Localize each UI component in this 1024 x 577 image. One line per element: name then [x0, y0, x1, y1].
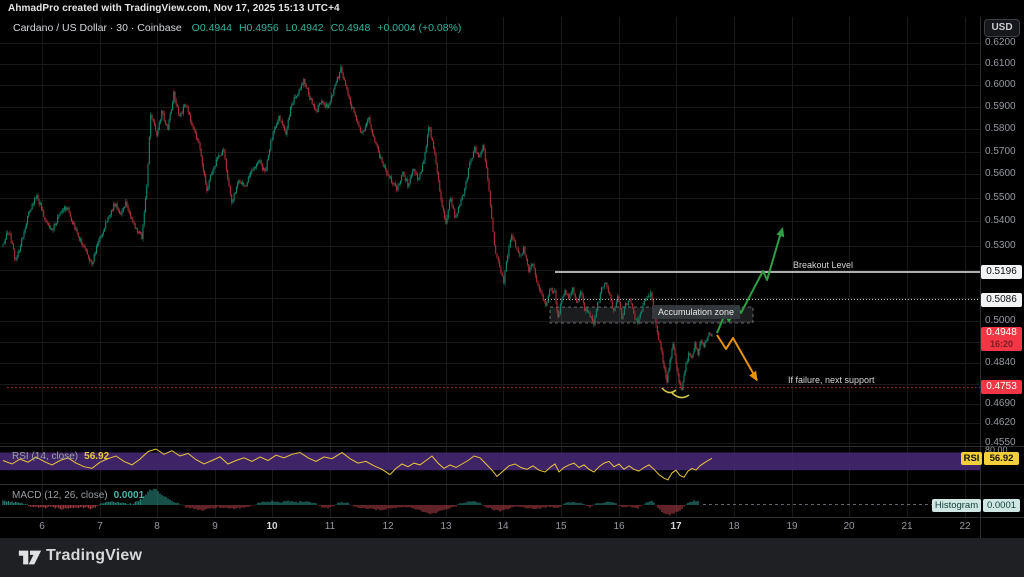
- time-tick: 8: [142, 521, 172, 532]
- price-tick: 0.5600: [985, 168, 1019, 180]
- ohlc-item: L0.4942: [286, 22, 324, 34]
- accumulation-zone-label[interactable]: Accumulation zone: [652, 305, 740, 319]
- price-tick: 0.5800: [985, 123, 1019, 135]
- price-tick: 0.6000: [985, 79, 1019, 91]
- breakout-level-label[interactable]: Breakout Level: [793, 260, 853, 270]
- rsi-value-tag: 56.92: [984, 452, 1019, 465]
- time-tick: 16: [604, 521, 634, 532]
- chart-canvas[interactable]: [0, 0, 1024, 577]
- histogram-value-tag: 0.0001: [983, 499, 1020, 512]
- level-price-tag: 0.5196: [981, 265, 1022, 279]
- price-tick: 0.5300: [985, 240, 1019, 252]
- macd-pane-label[interactable]: MACD (12, 26, close) 0.0001: [12, 490, 144, 501]
- rsi-value: 56.92: [84, 451, 109, 462]
- time-tick: 11: [315, 521, 345, 532]
- ohlc-item: O0.4944: [192, 22, 232, 34]
- time-tick: 15: [546, 521, 576, 532]
- price-tick: 0.5700: [985, 146, 1019, 158]
- time-tick: 19: [777, 521, 807, 532]
- rsi-pane-label[interactable]: RSI (14, close) 56.92: [12, 451, 109, 462]
- price-tick: 0.4620: [985, 417, 1019, 429]
- candle-countdown: 16:20: [981, 339, 1022, 350]
- price-tick: 0.4840: [985, 357, 1019, 369]
- time-tick: 17: [661, 521, 691, 532]
- failure-support-label[interactable]: If failure, next support: [788, 375, 875, 385]
- time-tick: 20: [834, 521, 864, 532]
- tradingview-logo-text[interactable]: TradingView: [46, 547, 142, 565]
- time-tick: 21: [892, 521, 922, 532]
- price-tick: 0.5500: [985, 192, 1019, 204]
- ohlc-item: H0.4956: [239, 22, 279, 34]
- currency-button[interactable]: USD: [984, 19, 1020, 37]
- price-tick: 0.6200: [985, 37, 1019, 49]
- time-tick: 10: [257, 521, 287, 532]
- time-tick: 9: [200, 521, 230, 532]
- price-tick: 0.5000: [985, 315, 1019, 327]
- price-tick: 0.5900: [985, 101, 1019, 113]
- price-tick: 0.4690: [985, 398, 1019, 410]
- macd-label-text: MACD (12, 26, close): [12, 490, 108, 501]
- tradingview-logo-icon[interactable]: [18, 547, 42, 568]
- current-price-tag: 0.494816:20: [981, 327, 1022, 351]
- rsi-label-text: RSI (14, close): [12, 451, 78, 462]
- time-tick: 22: [950, 521, 980, 532]
- change-value: +0.0004 (+0.08%): [377, 22, 461, 34]
- price-tick: 0.6100: [985, 58, 1019, 70]
- symbol-title: Cardano / US Dollar · 30 · Coinbase: [13, 22, 182, 34]
- tradingview-chart-widget: AhmadPro created with TradingView.com, N…: [0, 0, 1024, 577]
- ohlc-values: O0.4944 H0.4956 L0.4942 C0.4948 +0.0004 (+0.…: [192, 22, 469, 34]
- rsi-tag: RSI: [961, 452, 982, 465]
- macd-value: 0.0001: [114, 490, 145, 501]
- attribution-text: AhmadPro created with TradingView.com, N…: [8, 3, 340, 14]
- time-tick: 13: [431, 521, 461, 532]
- footer-bar: TradingView: [0, 538, 1024, 577]
- level-price-tag: 0.5086: [981, 293, 1022, 307]
- histogram-tag: Histogram: [932, 499, 981, 512]
- symbol-legend[interactable]: Cardano / US Dollar · 30 · Coinbase O0.49…: [13, 22, 468, 34]
- time-tick: 7: [85, 521, 115, 532]
- ohlc-item: C0.4948: [331, 22, 371, 34]
- time-tick: 14: [488, 521, 518, 532]
- time-tick: 18: [719, 521, 749, 532]
- support-price-tag: 0.4753: [981, 380, 1022, 394]
- time-tick: 6: [27, 521, 57, 532]
- time-tick: 12: [373, 521, 403, 532]
- price-tick: 0.5400: [985, 215, 1019, 227]
